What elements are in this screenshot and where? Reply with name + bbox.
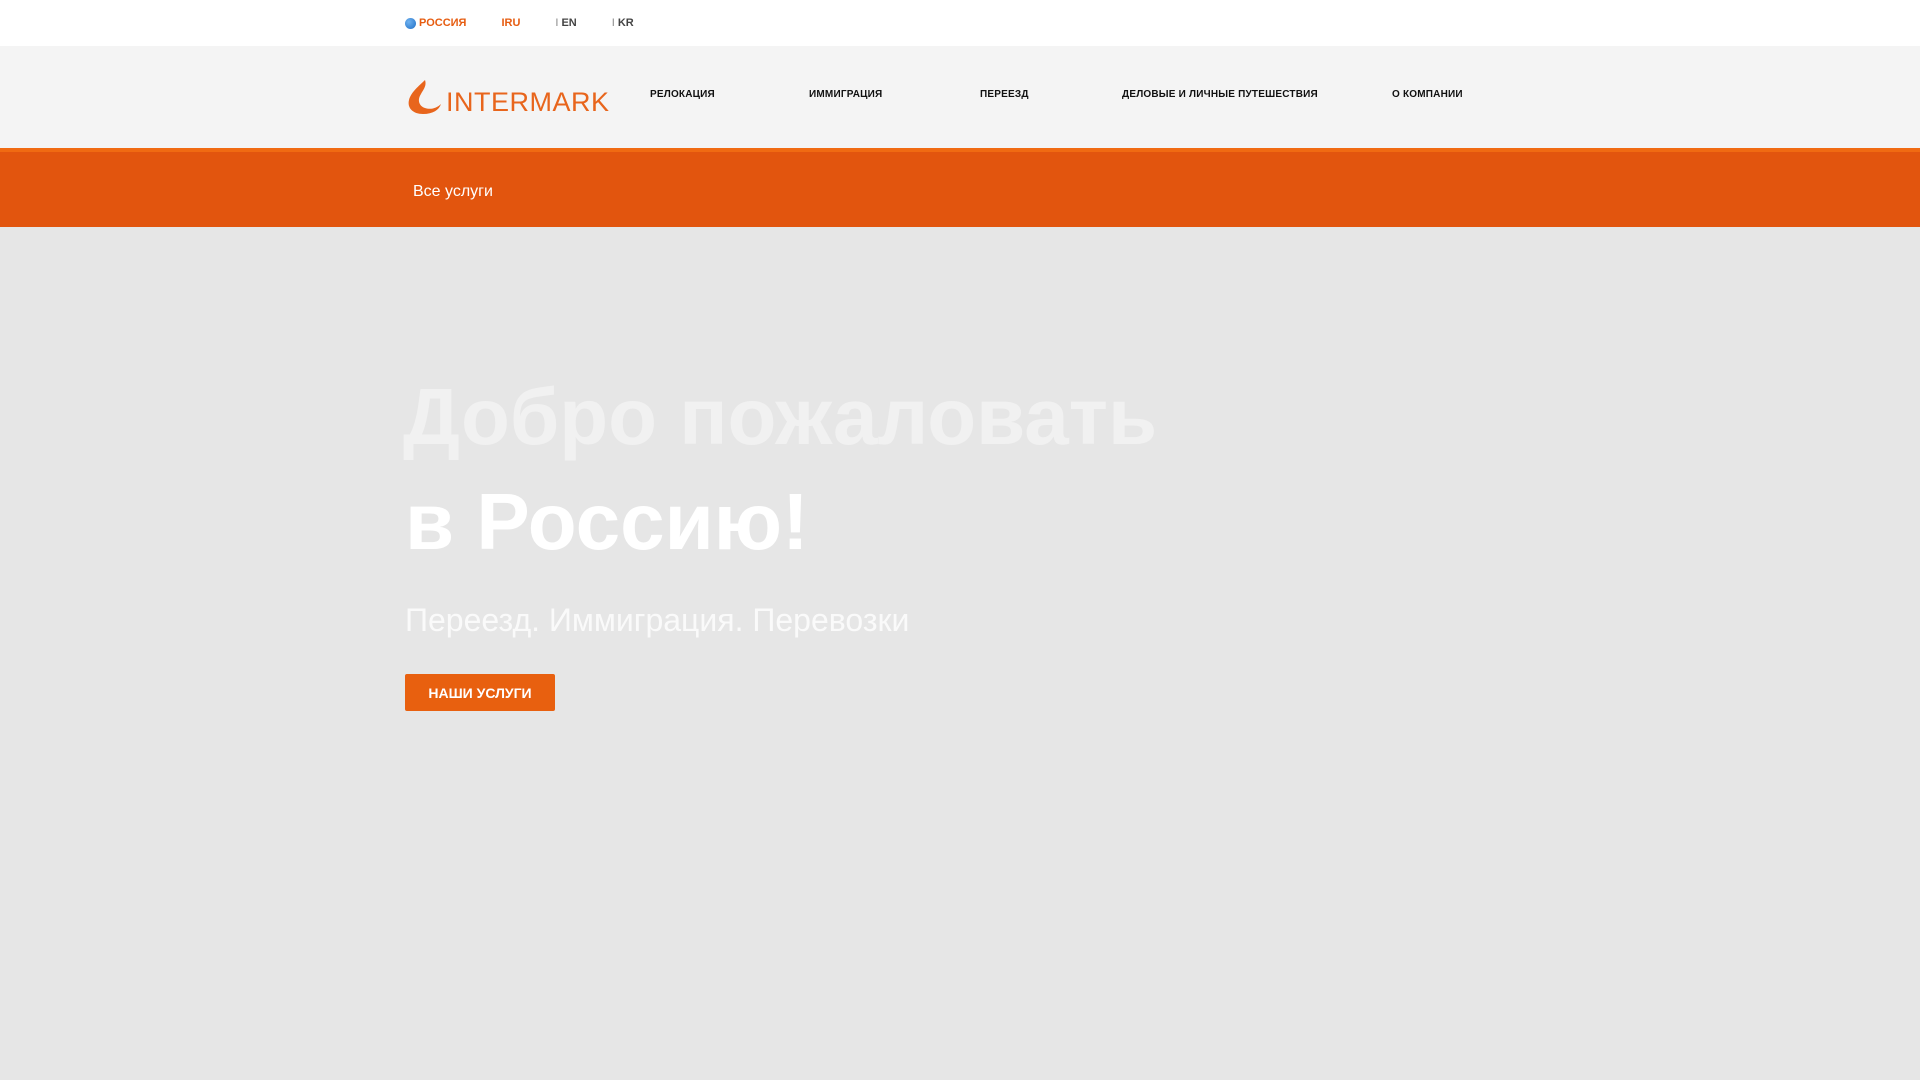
nav-relocation[interactable]: РЕЛОКАЦИЯ bbox=[650, 89, 715, 100]
main-nav: РЕЛОКАЦИЯ ИММИГРАЦИЯ ПЕРЕЕЗД ДЕЛОВЫЕ И Л… bbox=[0, 46, 1920, 148]
all-services-link[interactable]: Все услуги bbox=[413, 183, 493, 201]
lang-ru[interactable]: IRU bbox=[501, 17, 520, 29]
lang-separator: I bbox=[611, 17, 615, 29]
nav-travel[interactable]: ДЕЛОВЫЕ И ЛИЧНЫЕ ПУТЕШЕСТВИЯ bbox=[1122, 89, 1318, 100]
hero-title-line2: в Россию! bbox=[405, 477, 809, 566]
hero-section: Добро пожаловать в Россию! Переезд. Имми… bbox=[0, 227, 1920, 1080]
country-selector[interactable]: РОССИЯ bbox=[405, 17, 466, 29]
locale-switcher: РОССИЯ IRU I EN I KR bbox=[405, 0, 669, 46]
nav-about[interactable]: О КОМПАНИИ bbox=[1392, 89, 1463, 100]
services-bar: Все услуги bbox=[0, 148, 1920, 227]
main-header: INTERMARK РЕЛОКАЦИЯ ИММИГРАЦИЯ ПЕРЕЕЗД Д… bbox=[0, 46, 1920, 148]
lang-separator: I bbox=[555, 17, 559, 29]
hero-subtitle: Переезд. Иммиграция. Перевозки bbox=[405, 602, 910, 638]
our-services-button[interactable]: НАШИ УСЛУГИ bbox=[405, 674, 555, 711]
lang-en[interactable]: I EN bbox=[555, 17, 576, 29]
nav-immigration[interactable]: ИММИГРАЦИЯ bbox=[809, 89, 882, 100]
globe-icon bbox=[405, 17, 416, 29]
nav-moving[interactable]: ПЕРЕЕЗД bbox=[980, 89, 1029, 100]
top-bar: РОССИЯ IRU I EN I KR bbox=[0, 0, 1920, 46]
country-label: РОССИЯ bbox=[419, 17, 467, 29]
hero-title-line1: Добро пожаловать bbox=[403, 372, 1158, 461]
lang-kr[interactable]: I KR bbox=[612, 17, 634, 29]
